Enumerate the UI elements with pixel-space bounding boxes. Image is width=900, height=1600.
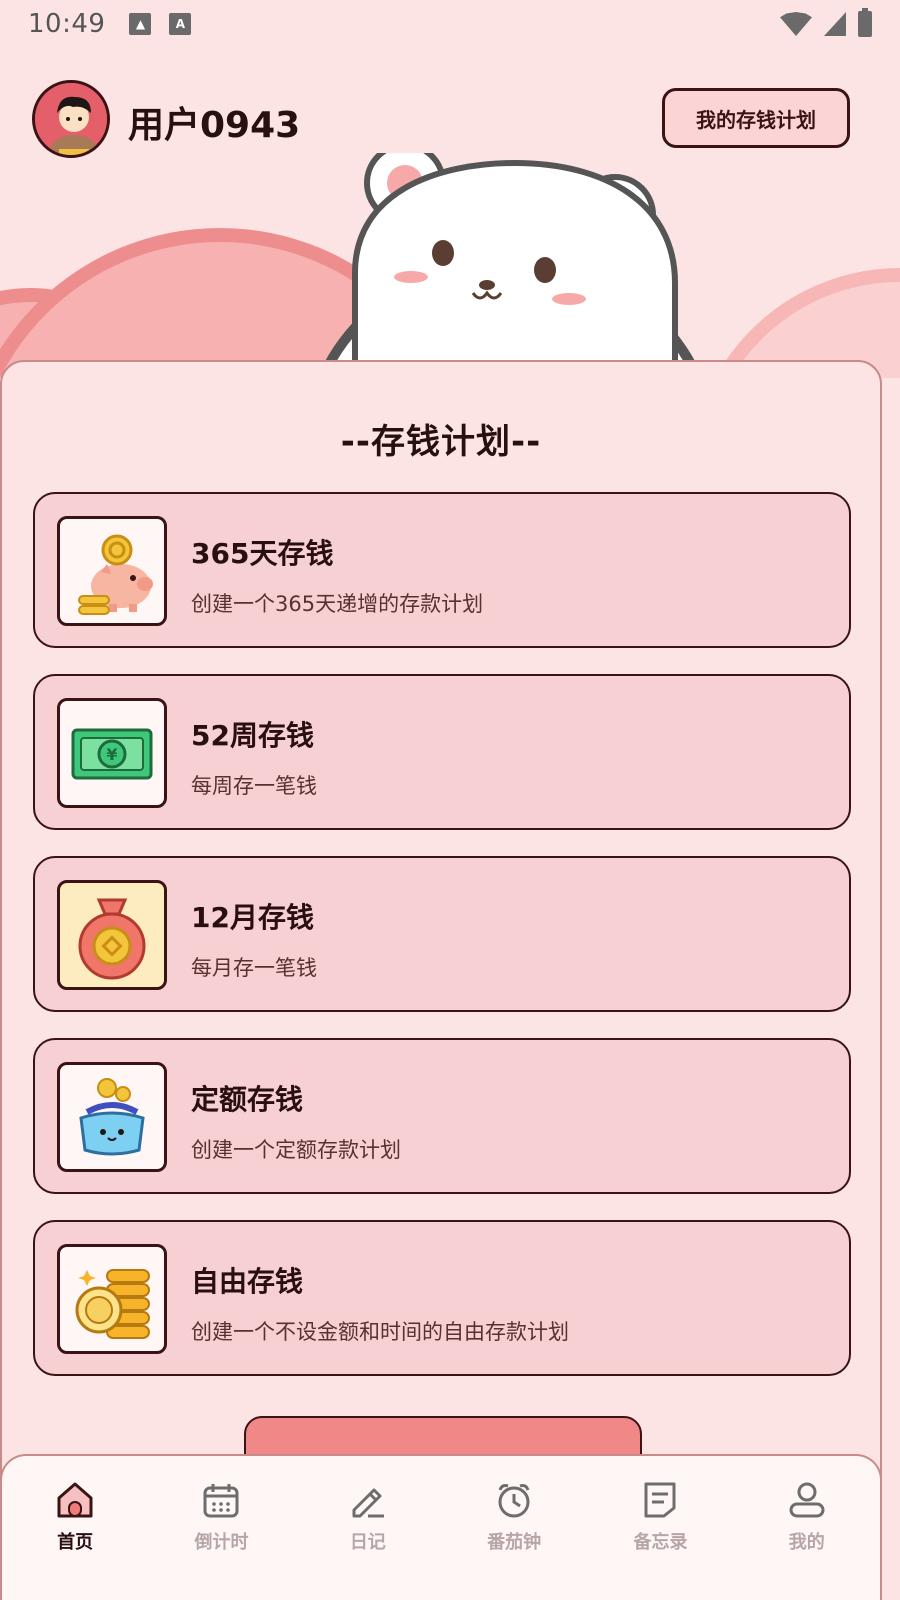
plan-card-52-weeks[interactable]: ¥ 52周存钱 每周存一笔钱 <box>33 674 851 830</box>
status-bar: 10:49 ▲ A <box>0 0 900 48</box>
username: 用户0943 <box>128 105 301 146</box>
banknote-icon: ¥ <box>57 698 167 808</box>
status-time: 10:49 <box>28 9 106 39</box>
plan-description: 每月存一笔钱 <box>191 956 317 980</box>
tab-label: 备忘录 <box>633 1532 688 1553</box>
tab-pomodoro[interactable]: 番茄钟 <box>441 1456 587 1600</box>
plan-card-free[interactable]: 自由存钱 创建一个不设金额和时间的自由存款计划 <box>33 1220 851 1376</box>
tab-diary[interactable]: 日记 <box>295 1456 441 1600</box>
tab-memo[interactable]: 备忘录 <box>587 1456 733 1600</box>
plan-title: 12月存钱 <box>191 901 314 934</box>
my-saving-plan-button[interactable]: 我的存钱计划 <box>662 88 850 148</box>
plan-card-fixed-amount[interactable]: 定额存钱 创建一个定额存款计划 <box>33 1038 851 1194</box>
battery-icon <box>858 8 872 37</box>
user-icon <box>789 1482 825 1518</box>
tab-label: 我的 <box>788 1532 825 1553</box>
pencil-icon <box>352 1488 384 1518</box>
plan-description: 创建一个不设金额和时间的自由存款计划 <box>191 1320 569 1344</box>
saving-plans-panel: --存钱计划-- 365天存钱 创建一个365天递增的存款计划 ¥ 52周存钱 … <box>0 360 882 1600</box>
wifi-icon <box>780 12 812 36</box>
tab-label: 首页 <box>57 1532 94 1553</box>
plan-title: 自由存钱 <box>191 1265 304 1298</box>
home-icon <box>57 1482 93 1518</box>
notes-icon <box>644 1482 676 1518</box>
plan-title: 52周存钱 <box>191 719 314 752</box>
avatar[interactable] <box>32 80 110 158</box>
plan-card-12-months[interactable]: 12月存钱 每月存一笔钱 <box>33 856 851 1012</box>
plan-description: 每周存一笔钱 <box>191 774 317 798</box>
calendar-icon <box>203 1484 239 1518</box>
tab-label: 番茄钟 <box>487 1532 542 1553</box>
bear-mascot-icon <box>352 153 678 373</box>
coin-stack-icon <box>57 1244 167 1354</box>
tab-profile[interactable]: 我的 <box>734 1456 880 1600</box>
plan-card-365-days[interactable]: 365天存钱 创建一个365天递增的存款计划 <box>33 492 851 648</box>
text-icon: A <box>169 13 192 35</box>
plan-title: 定额存钱 <box>191 1083 304 1116</box>
plan-description: 创建一个365天递增的存款计划 <box>191 592 484 616</box>
section-title: --存钱计划-- <box>340 422 542 462</box>
plan-title: 365天存钱 <box>191 537 334 570</box>
tab-label: 倒计时 <box>194 1532 249 1553</box>
alarm-clock-icon <box>498 1484 530 1518</box>
svg-text:¥: ¥ <box>106 745 117 764</box>
money-bag-icon <box>57 880 167 990</box>
piggy-bank-icon <box>57 516 167 626</box>
tab-label: 日记 <box>349 1532 386 1553</box>
image-icon: ▲ <box>129 13 152 35</box>
cell-signal-icon <box>824 12 846 36</box>
plan-description: 创建一个定额存款计划 <box>191 1138 401 1162</box>
coin-purse-icon <box>57 1062 167 1172</box>
bottom-tab-bar: 首页 倒计时 日记 番茄钟 备忘录 我的 <box>0 1454 882 1600</box>
tab-home[interactable]: 首页 <box>2 1456 148 1600</box>
tab-countdown[interactable]: 倒计时 <box>148 1456 294 1600</box>
